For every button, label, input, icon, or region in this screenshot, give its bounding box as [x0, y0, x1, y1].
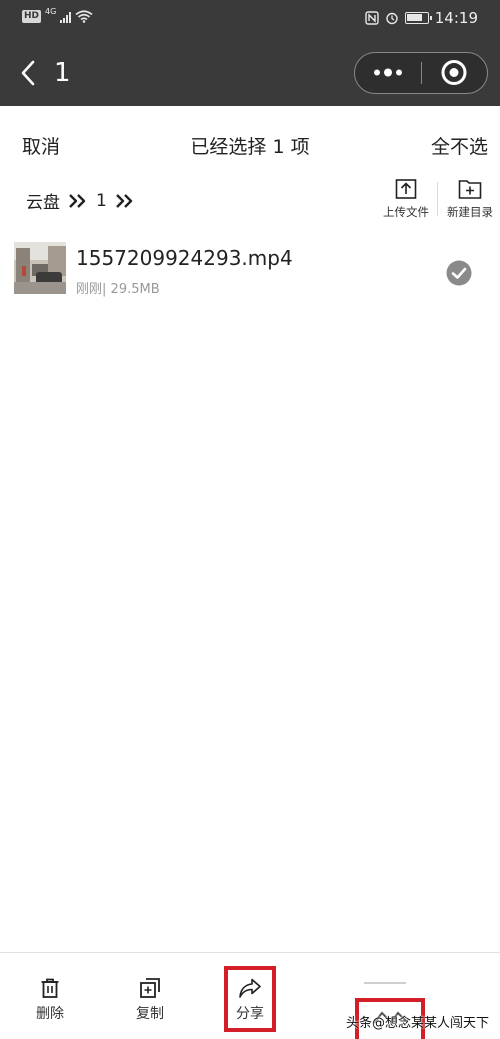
- chevron-double-right-icon: [69, 193, 86, 208]
- new-folder-button[interactable]: 新建目录: [440, 176, 500, 224]
- selection-count-title: 已经选择 1 项: [190, 136, 310, 158]
- signal-icon: [60, 11, 72, 23]
- mini-program-capsule: [354, 52, 488, 94]
- breadcrumb-current[interactable]: 1: [96, 191, 107, 211]
- copy-icon: [140, 978, 160, 998]
- more-dots-icon[interactable]: [355, 53, 421, 92]
- breadcrumb: 云盘 1: [26, 188, 135, 213]
- file-list-item[interactable]: 1557209924293.mp4 刚刚| 29.5MB: [0, 236, 500, 300]
- status-bar: HD 4G 14:19: [0, 0, 500, 40]
- delete-button[interactable]: 删除: [20, 977, 80, 1023]
- status-time: 14:19: [434, 9, 478, 27]
- video-thumbnail: [14, 242, 66, 294]
- chevron-double-right-icon: [115, 193, 133, 208]
- status-left: HD 4G: [22, 7, 93, 23]
- back-arrow-icon[interactable]: [16, 58, 42, 88]
- network-type: 4G: [45, 7, 57, 16]
- highlight-share-box: [224, 966, 276, 1032]
- file-time: 刚刚: [76, 282, 103, 297]
- breadcrumb-root[interactable]: 云盘: [26, 188, 60, 213]
- new-folder-icon: [458, 180, 482, 199]
- wifi-icon: [75, 10, 93, 23]
- close-target-icon[interactable]: [422, 53, 486, 92]
- faint-divider: [364, 982, 406, 984]
- file-name: 1557209924293.mp4: [76, 246, 293, 270]
- copy-label: 复制: [136, 1006, 164, 1022]
- breadcrumb-row: 云盘 1 上传文件 新建目录: [0, 176, 500, 228]
- cancel-button[interactable]: 取消: [22, 132, 60, 159]
- upload-file-button[interactable]: 上传文件: [376, 176, 436, 224]
- deselect-all-button[interactable]: 全不选: [431, 132, 488, 159]
- watermark-text: 头条@想念某某人闯天下: [346, 1016, 490, 1031]
- battery-icon: [404, 12, 432, 24]
- nav-bar: 1: [0, 40, 500, 106]
- meta-separator: |: [102, 282, 107, 297]
- copy-button[interactable]: 复制: [120, 977, 180, 1023]
- tool-divider: [437, 182, 438, 216]
- new-folder-label: 新建目录: [447, 205, 493, 219]
- file-meta: 刚刚| 29.5MB: [76, 278, 160, 297]
- file-size: 29.5MB: [110, 282, 160, 297]
- hd-badge: HD: [22, 10, 42, 23]
- alarm-icon: [386, 12, 398, 25]
- selection-action-bar: 已经选择 1 项 取消 全不选: [0, 106, 500, 182]
- upload-icon: [395, 179, 417, 199]
- upload-label: 上传文件: [383, 205, 429, 219]
- nfc-icon: [365, 11, 379, 25]
- trash-icon: [41, 978, 59, 998]
- delete-label: 删除: [36, 1006, 64, 1022]
- status-right: 14:19: [365, 9, 478, 27]
- check-circle-icon[interactable]: [446, 260, 472, 286]
- nav-title: 1: [54, 58, 71, 88]
